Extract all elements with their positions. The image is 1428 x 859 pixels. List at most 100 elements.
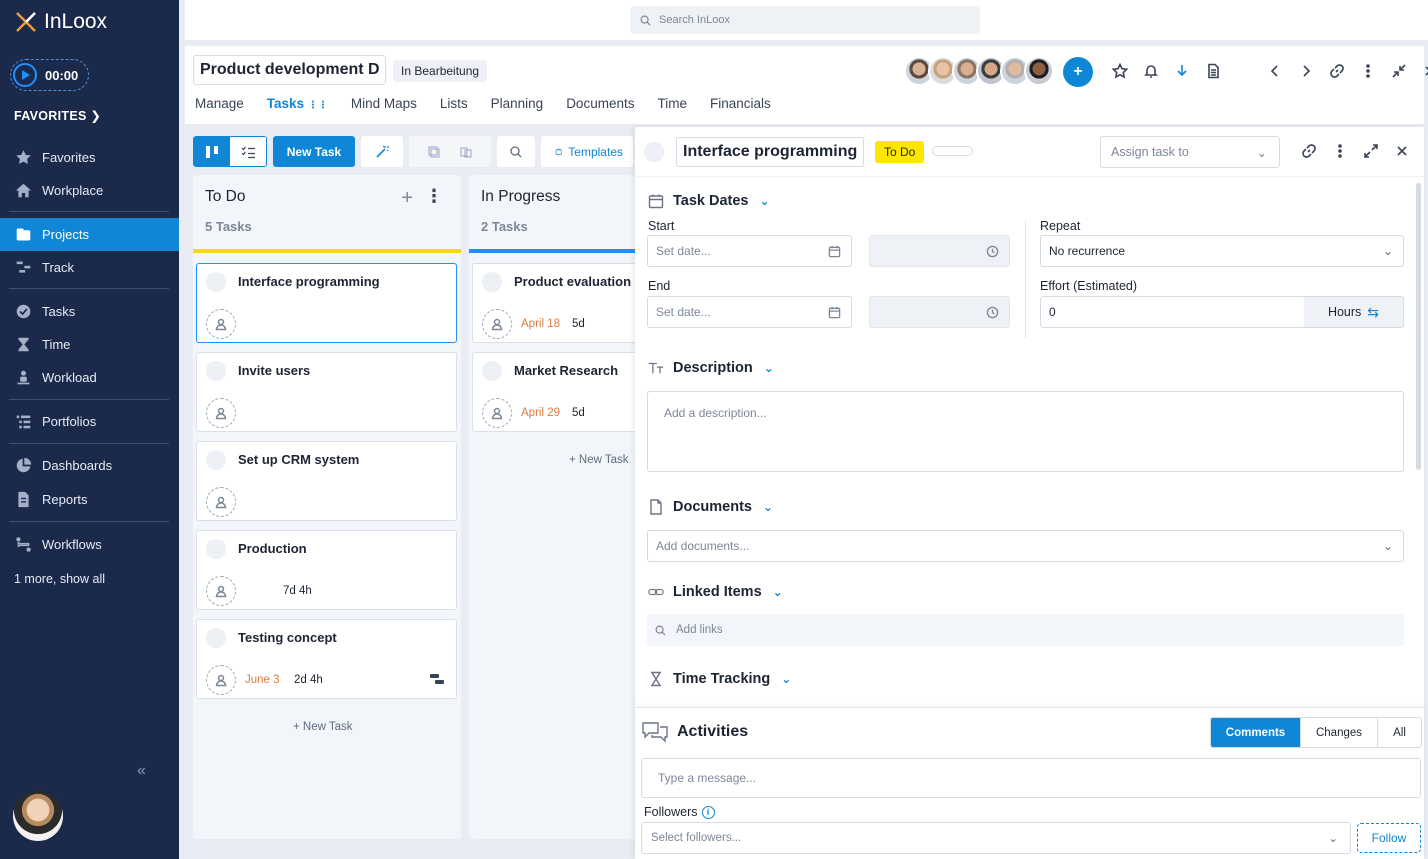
assignee-icon[interactable] <box>206 665 236 695</box>
download-icon[interactable] <box>1166 60 1197 82</box>
assignee-icon[interactable] <box>206 309 236 339</box>
task-card[interactable]: Invite users <box>196 352 457 432</box>
task-card[interactable]: Testing concept June 3 2d 4h <box>196 619 457 699</box>
more-vertical-icon[interactable] <box>1324 140 1355 162</box>
app-logo[interactable]: InLoox <box>14 10 107 34</box>
sidebar-item-portfolios[interactable]: Portfolios <box>0 405 179 438</box>
templates-button[interactable]: Templates <box>541 136 633 167</box>
star-icon[interactable] <box>1104 60 1135 82</box>
team-avatars[interactable] <box>904 56 1054 86</box>
project-status-badge[interactable]: In Bearbeitung <box>393 60 488 82</box>
sidebar-item-track[interactable]: Track <box>0 251 179 284</box>
task-checkbox[interactable] <box>206 361 226 381</box>
tab-documents[interactable]: Documents <box>566 96 634 111</box>
end-time-input[interactable] <box>869 296 1010 328</box>
assign-task-select[interactable]: Assign task to ⌄ <box>1100 136 1280 168</box>
task-checkbox[interactable] <box>206 628 226 648</box>
new-task-link[interactable]: + New Task <box>293 721 353 733</box>
tab-comments[interactable]: Comments <box>1211 718 1301 747</box>
follow-button[interactable]: Follow <box>1357 823 1421 853</box>
task-checkbox[interactable] <box>644 142 664 162</box>
effort-unit-toggle[interactable]: Hours ⇆ <box>1304 296 1404 328</box>
sidebar-item-projects[interactable]: Projects <box>0 218 179 251</box>
avatar[interactable] <box>1024 56 1054 86</box>
bell-icon[interactable] <box>1135 60 1166 82</box>
tab-all[interactable]: All <box>1378 718 1421 747</box>
documents-header[interactable]: Documents ⌄ <box>648 499 773 515</box>
sidebar-item-workplace[interactable]: Workplace <box>0 174 179 207</box>
add-member-button[interactable]: + <box>1063 57 1093 87</box>
list-view-icon[interactable] <box>230 137 266 166</box>
sidebar-item-time[interactable]: Time <box>0 328 179 361</box>
sidebar-item-workload[interactable]: Workload <box>0 361 179 394</box>
tab-planning[interactable]: Planning <box>491 96 544 111</box>
favorites-header[interactable]: FAVORITES ❯ <box>14 108 101 123</box>
more-vertical-icon[interactable] <box>1352 60 1383 82</box>
document-icon[interactable] <box>1197 60 1228 82</box>
new-task-link[interactable]: + New Task <box>569 454 629 466</box>
task-checkbox[interactable] <box>482 361 502 381</box>
task-card[interactable]: Set up CRM system <box>196 441 457 521</box>
sidebar-item-tasks[interactable]: Tasks <box>0 295 179 328</box>
time-tracking-header[interactable]: Time Tracking ⌄ <box>648 671 791 687</box>
task-checkbox[interactable] <box>206 450 226 470</box>
close-icon[interactable] <box>1414 60 1428 82</box>
sidebar-item-favorites[interactable]: Favorites <box>0 141 179 174</box>
duplicate-icon[interactable] <box>459 145 473 159</box>
assignee-icon[interactable] <box>206 576 236 606</box>
progress-pill[interactable] <box>932 146 973 156</box>
task-card[interactable]: Production 7d 4h <box>196 530 457 610</box>
project-title-input[interactable]: Product development D <box>193 55 386 85</box>
task-card[interactable]: Interface programming <box>196 263 457 343</box>
chevron-right-icon[interactable] <box>1290 60 1321 82</box>
task-title-input[interactable]: Interface programming <box>676 137 865 167</box>
assignee-icon[interactable] <box>206 398 236 428</box>
end-date-input[interactable]: Set date... <box>647 296 852 328</box>
copy-icon[interactable] <box>427 145 441 159</box>
search-input[interactable]: Search InLoox <box>630 6 980 34</box>
chevron-left-icon[interactable] <box>1259 60 1290 82</box>
new-task-button[interactable]: New Task <box>273 136 355 167</box>
close-icon[interactable] <box>1386 140 1417 162</box>
board-view-icon[interactable] <box>194 137 230 166</box>
task-checkbox[interactable] <box>206 539 226 559</box>
expand-icon[interactable] <box>1355 140 1386 162</box>
show-more-link[interactable]: 1 more, show all <box>14 572 105 586</box>
tab-manage[interactable]: Manage <box>195 96 244 111</box>
assignee-icon[interactable] <box>482 398 512 428</box>
tab-time[interactable]: Time <box>657 96 687 111</box>
add-task-icon[interactable]: + <box>401 187 413 210</box>
description-input[interactable]: Add a description... <box>647 391 1404 472</box>
sidebar-item-workflows[interactable]: Workflows <box>0 528 179 561</box>
link-icon[interactable] <box>1293 140 1324 162</box>
tab-changes[interactable]: Changes <box>1301 718 1378 747</box>
assignee-icon[interactable] <box>206 487 236 517</box>
magic-wand-icon[interactable] <box>361 136 403 167</box>
add-links-input[interactable]: Add links <box>647 614 1404 646</box>
repeat-select[interactable]: No recurrence ⌄ <box>1040 235 1404 267</box>
start-date-input[interactable]: Set date... <box>647 235 852 267</box>
play-icon[interactable] <box>13 63 37 87</box>
link-icon[interactable] <box>1321 60 1352 82</box>
search-icon[interactable] <box>497 136 535 167</box>
tab-lists[interactable]: Lists <box>440 96 468 111</box>
collapse-sidebar-icon[interactable]: « <box>137 762 146 780</box>
effort-input[interactable]: 0 <box>1040 296 1305 328</box>
more-vertical-icon[interactable]: ⋮ <box>425 186 443 207</box>
info-icon[interactable]: i <box>701 805 715 819</box>
timer-widget[interactable]: 00:00 <box>10 59 89 91</box>
task-checkbox[interactable] <box>482 272 502 292</box>
add-documents-select[interactable]: Add documents... ⌄ <box>647 530 1404 562</box>
tab-tasks[interactable]: Tasks ⋮⋮ <box>267 96 328 111</box>
status-badge[interactable]: To Do <box>875 141 925 163</box>
avatar[interactable] <box>13 791 63 841</box>
tab-financials[interactable]: Financials <box>710 96 771 111</box>
sidebar-item-reports[interactable]: Reports <box>0 483 179 516</box>
tab-mind-maps[interactable]: Mind Maps <box>351 96 417 111</box>
task-dates-header[interactable]: Task Dates ⌄ <box>648 193 770 209</box>
description-header[interactable]: Description ⌄ <box>648 360 774 376</box>
linked-items-header[interactable]: Linked Items ⌄ <box>648 584 783 600</box>
start-time-input[interactable] <box>869 235 1010 267</box>
collapse-icon[interactable] <box>1383 60 1414 82</box>
followers-select[interactable]: Select followers... ⌄ <box>641 822 1351 854</box>
